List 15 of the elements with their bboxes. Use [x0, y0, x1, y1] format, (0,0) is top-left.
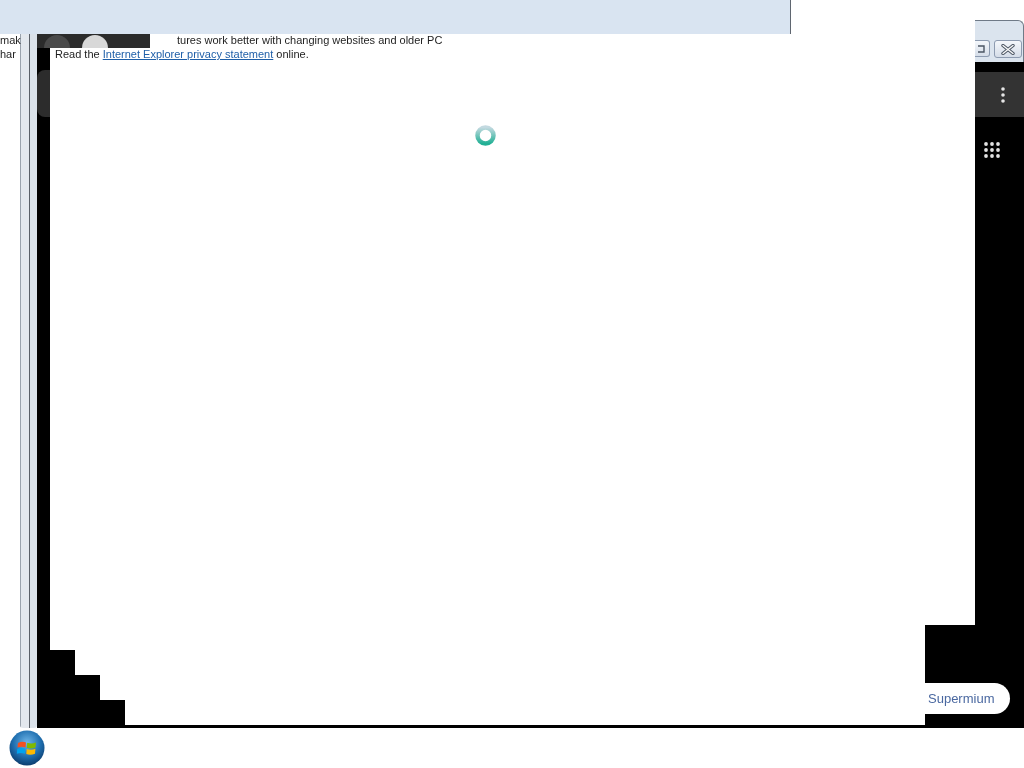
close-button[interactable] — [994, 40, 1022, 58]
restore-button[interactable] — [975, 40, 990, 57]
apps-grid-icon[interactable] — [984, 142, 1000, 158]
spinner-icon — [475, 125, 496, 146]
start-button[interactable] — [9, 730, 45, 766]
privacy-link[interactable]: Internet Explorer privacy statement — [102, 48, 274, 60]
close-icon — [1001, 43, 1015, 55]
dialog-text: mak — [0, 33, 21, 47]
browser-name-label: Supermium — [922, 683, 1010, 714]
restore-icon — [978, 44, 985, 53]
privacy-notice: Read the Internet Explorer privacy statement online. — [55, 47, 309, 61]
dialog-text: tures work better with changing websites and older PC — [177, 33, 443, 47]
dialog-text: har — [0, 47, 16, 61]
more-menu-icon[interactable] — [1001, 86, 1005, 103]
toolbar — [37, 70, 50, 117]
